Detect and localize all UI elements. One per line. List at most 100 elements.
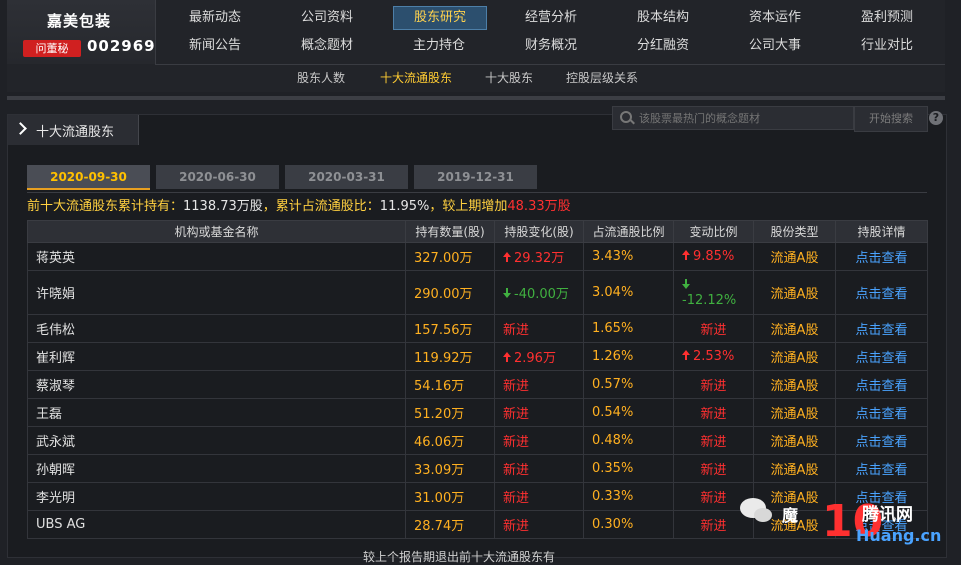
share-type-cell: 流通A股 [753, 270, 836, 315]
detail-link-label: 点击查看 [855, 251, 908, 266]
nav-item[interactable]: 公司资料 [281, 6, 373, 30]
nav-item[interactable]: 股本结构 [617, 6, 709, 30]
ratio-value: 0.30% [592, 517, 634, 532]
subnav-item[interactable]: 十大股东 [485, 69, 533, 86]
company-name: 嘉美包装 [47, 12, 112, 30]
nav-item[interactable]: 新闻公告 [169, 34, 261, 58]
table-row: 许晓娟 290.00万 -40.00万 3.04% -12.12% 流通A股 点击查看 [27, 270, 928, 315]
detail-link[interactable]: 点击查看 [835, 270, 928, 315]
holder-name: 孙朝晖 [36, 463, 76, 478]
variation-value: 新进 [700, 323, 727, 338]
summary-prefix: 前十大流通股东累计持有： [27, 199, 184, 214]
summary-mid: ，累计占流通股比： [262, 199, 380, 214]
change-cell: 29.32万 [494, 242, 584, 271]
nav-item[interactable]: 概念题材 [281, 34, 373, 58]
ratio-value: 0.33% [592, 489, 634, 504]
detail-link[interactable]: 点击查看 [835, 342, 928, 371]
change-value: 新进 [503, 379, 530, 394]
share-type-cell: 流通A股 [753, 314, 836, 343]
change-value: 29.32万 [514, 251, 565, 266]
shares-value: 31.00万 [414, 491, 465, 506]
detail-link[interactable]: 点击查看 [835, 398, 928, 427]
column-header: 变动比例 [673, 220, 754, 243]
nav-item[interactable]: 公司大事 [729, 34, 821, 58]
holder-name-cell: 蔡淑琴 [27, 370, 406, 399]
variation-cell: 2.53% [673, 342, 754, 371]
help-icon[interactable]: ? [929, 111, 943, 125]
tab-date[interactable]: 2020-03-31 [285, 165, 408, 189]
holder-name-cell: 许晓娟 [27, 270, 406, 315]
holder-name-cell: 崔利辉 [27, 342, 406, 371]
nav-item[interactable]: 财务概况 [505, 34, 597, 58]
holder-name-cell: 王磊 [27, 398, 406, 427]
start-search-button[interactable]: 开始搜索 [854, 106, 928, 132]
detail-link[interactable]: 点击查看 [835, 370, 928, 399]
share-type: 流通A股 [770, 287, 819, 302]
nav-item[interactable]: 分红融资 [617, 34, 709, 58]
variation-value: 新进 [700, 379, 727, 394]
ratio-value: 0.35% [592, 461, 634, 476]
subnav-item[interactable]: 控股层级关系 [566, 69, 638, 86]
watermark-site: 腾讯网 [862, 505, 913, 525]
table-row: 蒋英英 327.00万 29.32万 3.43% 9.85% 流通A股 点击查看 [27, 242, 928, 271]
detail-link-label: 点击查看 [855, 323, 908, 338]
concept-search-input[interactable] [637, 109, 851, 127]
ratio-value: 0.54% [592, 405, 634, 420]
variation-cell: 新进 [673, 426, 754, 455]
detail-link[interactable]: 点击查看 [835, 426, 928, 455]
detail-link[interactable]: 点击查看 [835, 314, 928, 343]
nav-item[interactable]: 经营分析 [505, 6, 597, 30]
change-value: 新进 [503, 435, 530, 450]
search-icon [620, 111, 632, 123]
shares-value: 46.06万 [414, 435, 465, 450]
share-type-cell: 流通A股 [753, 454, 836, 483]
column-header: 持有数量(股) [405, 220, 495, 243]
variation-cell: 新进 [673, 370, 754, 399]
arrow-up-icon [682, 350, 690, 360]
nav-item[interactable]: 资本运作 [729, 6, 821, 30]
change-cell: 新进 [494, 426, 584, 455]
detail-link[interactable]: 点击查看 [835, 242, 928, 271]
holder-name: UBS AG [36, 517, 86, 532]
share-type-cell: 流通A股 [753, 426, 836, 455]
tab-date[interactable]: 2019-12-31 [414, 165, 537, 189]
change-value: 新进 [503, 519, 530, 534]
section-title: 十大流通股东 [36, 125, 115, 140]
holder-name: 蒋英英 [36, 251, 76, 266]
change-cell: 新进 [494, 398, 584, 427]
table-row: 蔡淑琴 54.16万 新进 0.57% 新进 流通A股 点击查看 [27, 370, 928, 399]
ratio-cell: 1.65% [583, 314, 674, 343]
detail-link[interactable]: 点击查看 [835, 454, 928, 483]
subnav-item[interactable]: 十大流通股东 [380, 69, 452, 86]
nav-item[interactable]: 股东研究 [393, 6, 487, 30]
shares-cell: 157.56万 [405, 314, 495, 343]
change-cell: -40.00万 [494, 270, 584, 315]
change-cell: 新进 [494, 482, 584, 511]
share-type: 流通A股 [770, 323, 819, 338]
holder-name: 崔利辉 [36, 351, 76, 366]
ask-secretary-button[interactable]: 问董秘 [23, 40, 81, 57]
tab-date[interactable]: 2020-06-30 [156, 165, 279, 189]
shares-value: 290.00万 [414, 287, 473, 302]
nav-item[interactable]: 盈利预测 [841, 6, 933, 30]
summary-increase: 48.33万股 [507, 199, 571, 214]
nav-item[interactable]: 行业对比 [841, 34, 933, 58]
nav-item[interactable]: 最新动态 [169, 6, 261, 30]
shares-value: 33.09万 [414, 463, 465, 478]
shares-value: 119.92万 [414, 351, 473, 366]
stock-header: 嘉美包装 问董秘 002969 最新动态 公司资料 股东研究 经营分析 股本结构 资本运作… [7, 0, 945, 92]
change-cell: 新进 [494, 454, 584, 483]
detail-link-label: 点击查看 [855, 379, 908, 394]
variation-value: -12.12% [682, 292, 737, 308]
ratio-cell: 0.30% [583, 510, 674, 539]
wechat-icon [740, 498, 772, 522]
tab-date[interactable]: 2020-09-30 [27, 165, 150, 190]
holder-name-cell: 毛伟松 [27, 314, 406, 343]
ratio-value: 3.43% [592, 249, 634, 264]
holder-name: 毛伟松 [36, 323, 76, 338]
nav-item[interactable]: 主力持仓 [393, 34, 485, 58]
subnav-item[interactable]: 股东人数 [297, 69, 345, 86]
table-header-row: 机构或基金名称 持有数量(股) 持股变化(股) 占流通股比例 变动比例 股份类型… [27, 220, 928, 243]
variation-cell: 新进 [673, 398, 754, 427]
holdings-summary: 前十大流通股东累计持有：1138.73万股，累计占流通股比：11.95%，较上期… [27, 192, 927, 220]
